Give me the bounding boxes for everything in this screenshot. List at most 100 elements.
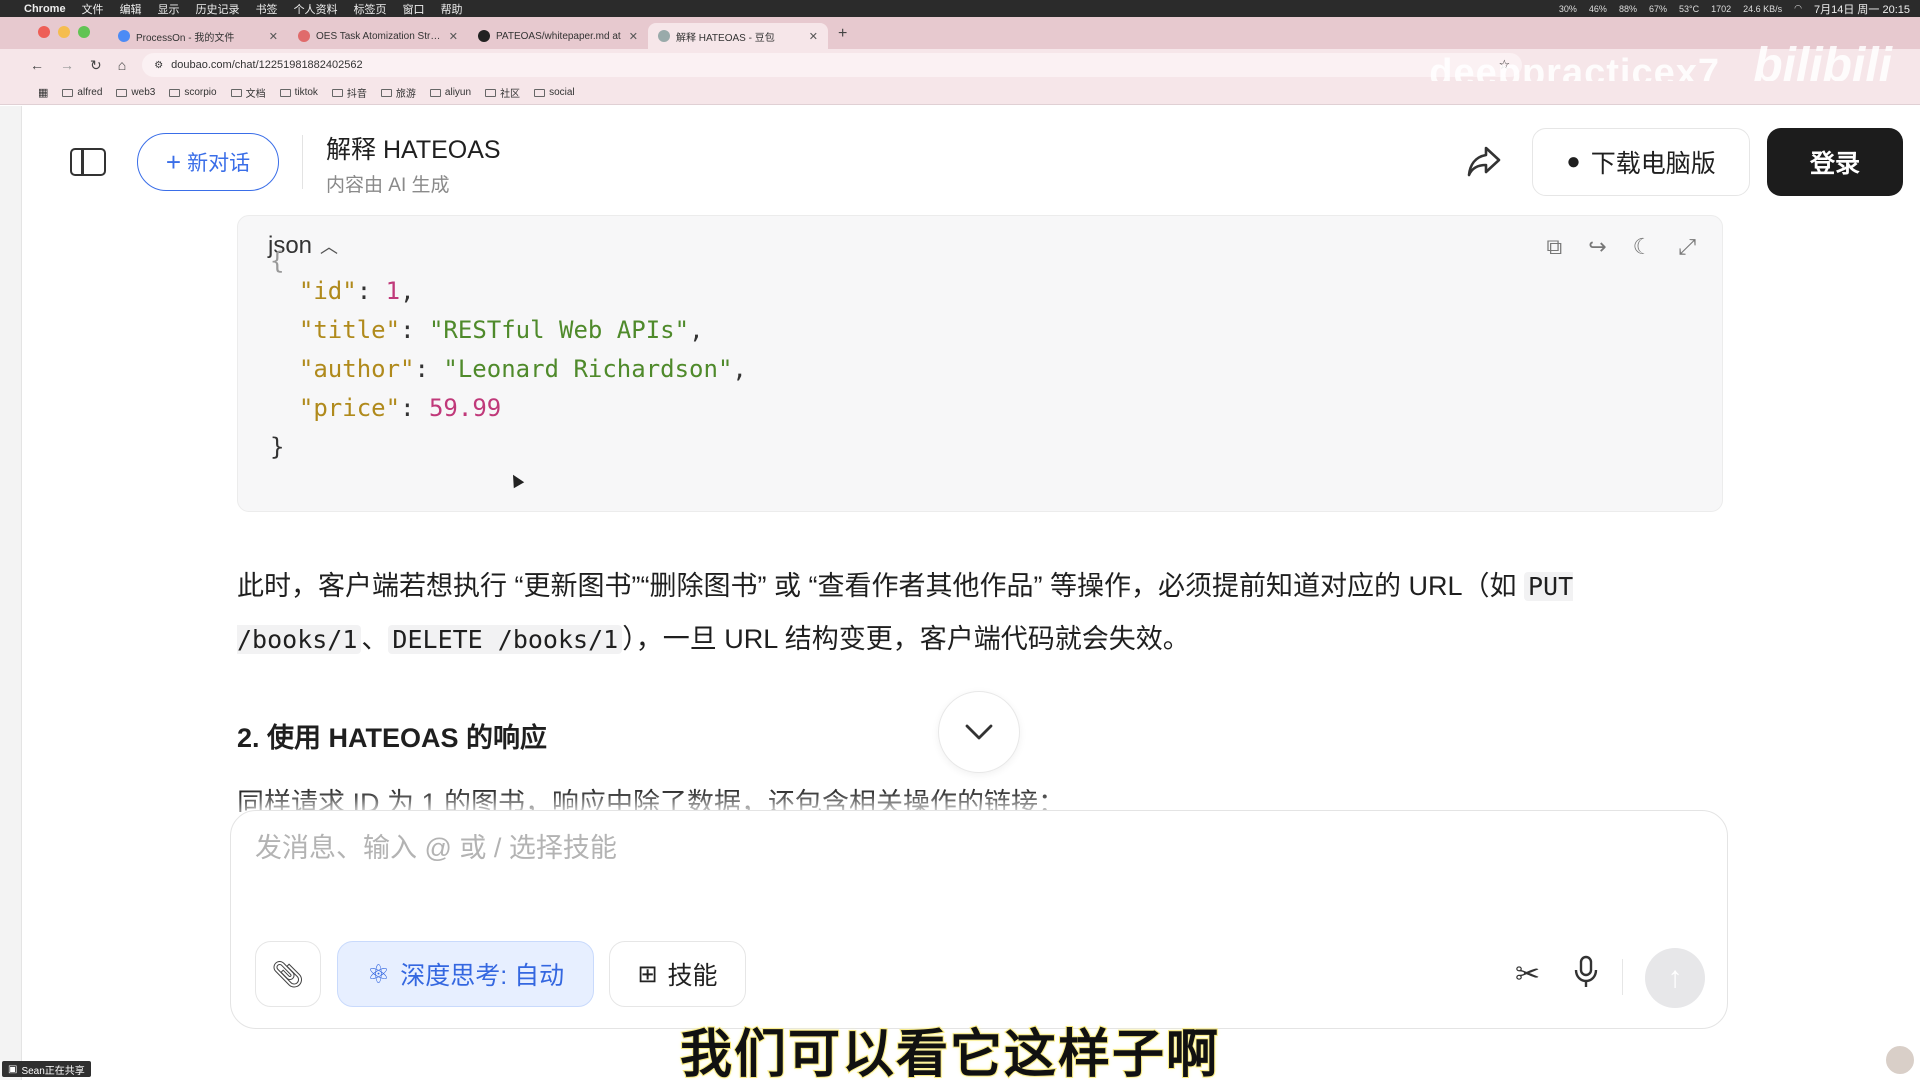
- code-key: "price": [298, 394, 401, 422]
- scroll-to-bottom-button[interactable]: [938, 691, 1020, 773]
- minimize-window-button[interactable]: [58, 26, 70, 38]
- menu-bookmarks[interactable]: 书签: [256, 1, 278, 17]
- close-tab-icon[interactable]: ✕: [449, 30, 458, 43]
- new-tab-icon[interactable]: +: [838, 25, 847, 43]
- bookmark-folder[interactable]: 社区: [485, 85, 520, 100]
- close-tab-icon[interactable]: ✕: [809, 30, 818, 43]
- browser-tab-active[interactable]: 解释 HATEOAS - 豆包 ✕: [648, 23, 828, 49]
- attach-button[interactable]: 📎︎: [255, 941, 321, 1007]
- composer-divider: [1622, 959, 1623, 995]
- bookmark-folder[interactable]: social: [534, 87, 575, 98]
- code-toolbar: ⧉ ↪ ☾ ⤢: [1547, 234, 1697, 260]
- code-key: "id": [298, 277, 357, 305]
- menu-view[interactable]: 显示: [158, 1, 180, 17]
- microphone-icon[interactable]: [1573, 955, 1599, 997]
- menu-app[interactable]: Chrome: [24, 3, 66, 15]
- temp-stat: 53°C: [1678, 3, 1700, 14]
- bookmark-folder[interactable]: 文档: [230, 85, 266, 100]
- close-tab-icon[interactable]: ✕: [629, 30, 638, 43]
- bookmarks-bar: ▦ alfred web3 scorpio 文档 tiktok 抖音 旅游 al…: [0, 81, 1920, 105]
- doubao-favicon: [658, 30, 670, 42]
- address-bar[interactable]: ⚙ doubao.com/chat/12251981882402562 ☆: [142, 53, 1523, 77]
- bookmark-folder[interactable]: web3: [116, 87, 155, 98]
- send-button[interactable]: ↑: [1645, 948, 1705, 1008]
- code-value: 1: [385, 277, 401, 305]
- bookmark-folder[interactable]: tiktok: [279, 87, 318, 98]
- tab-label: PATEOAS/whitepaper.md at: [496, 30, 621, 42]
- bookmark-label: 文档: [245, 89, 266, 100]
- skills-button[interactable]: ⊞ 技能: [609, 941, 746, 1007]
- chevron-up-icon: ︿: [320, 237, 339, 257]
- menu-tabs[interactable]: 标签页: [354, 1, 387, 17]
- login-button[interactable]: 登录: [1767, 128, 1903, 196]
- paragraph-separator: 、: [361, 624, 389, 654]
- browser-tab[interactable]: PATEOAS/whitepaper.md at ✕: [468, 23, 648, 49]
- close-window-button[interactable]: [38, 26, 50, 38]
- home-icon[interactable]: ⌂: [118, 57, 126, 73]
- new-chat-button[interactable]: + 新对话: [137, 133, 279, 191]
- menu-profiles[interactable]: 个人资料: [294, 1, 338, 17]
- new-chat-label: 新对话: [187, 152, 251, 175]
- bookmark-folder[interactable]: aliyun: [429, 87, 471, 98]
- url-text: doubao.com/chat/12251981882402562: [171, 59, 363, 71]
- bookmark-label: tiktok: [294, 87, 318, 98]
- menu-help[interactable]: 帮助: [441, 1, 463, 17]
- back-icon[interactable]: ←: [30, 57, 44, 73]
- bookmark-folder[interactable]: 旅游: [380, 85, 416, 100]
- folder-icon: [169, 88, 181, 97]
- code-tail: ,: [732, 355, 747, 383]
- bookmark-folder[interactable]: alfred: [62, 87, 102, 98]
- folder-icon: [380, 88, 392, 97]
- code-line: "author": "Leonard Richardson",: [270, 350, 747, 389]
- chevron-down-icon: [965, 724, 993, 740]
- mem-stat: 88%: [1618, 3, 1637, 14]
- code-block: json ︿ ⧉ ↪ ☾ ⤢ { "id": 1, "title": "REST…: [237, 215, 1723, 512]
- browser-tab[interactable]: OES Task Atomization Strate ✕: [288, 23, 468, 49]
- download-desktop-button[interactable]: ● 下载电脑版: [1532, 128, 1750, 196]
- sidebar-toggle-icon[interactable]: [70, 148, 106, 176]
- scissors-icon[interactable]: ✂: [1515, 957, 1540, 992]
- code-content: { "id": 1, "title": "RESTful Web APIs", …: [270, 247, 747, 467]
- apps-grid-icon[interactable]: ▦: [38, 86, 48, 99]
- bookmark-label: alfred: [77, 87, 103, 98]
- inline-code: DELETE /books/1: [388, 625, 623, 654]
- site-info-icon[interactable]: ⚙: [154, 60, 163, 71]
- menu-history[interactable]: 历史记录: [196, 1, 240, 17]
- code-sep: :: [400, 316, 429, 344]
- reload-icon[interactable]: ↻: [90, 57, 102, 74]
- bookmark-label: scorpio: [184, 87, 217, 98]
- message-input[interactable]: [255, 833, 1455, 864]
- copy-icon[interactable]: ⧉: [1547, 234, 1563, 260]
- folder-icon: [62, 88, 74, 97]
- share-icon[interactable]: [1466, 144, 1506, 184]
- deep-think-button[interactable]: ⚛ 深度思考: 自动: [337, 941, 594, 1007]
- expand-icon[interactable]: ⤢: [1678, 234, 1696, 260]
- code-value: "Leonard Richardson": [443, 355, 733, 383]
- bookmark-folder[interactable]: scorpio: [169, 87, 217, 98]
- tab-label: ProcessOn - 我的文件: [136, 32, 235, 44]
- close-tab-icon[interactable]: ✕: [269, 30, 278, 43]
- wifi-icon[interactable]: ◠: [1794, 3, 1802, 14]
- zoom-window-button[interactable]: [78, 26, 90, 38]
- code-line: "price": 59.99: [270, 389, 747, 428]
- forward-icon[interactable]: →: [60, 57, 74, 73]
- plus-icon: +: [165, 146, 182, 177]
- folder-icon: [230, 88, 242, 97]
- browser-tab[interactable]: ProcessOn - 我的文件 ✕: [108, 23, 288, 49]
- code-sep: :: [400, 394, 429, 422]
- cpu-stat: 30%: [1558, 3, 1577, 14]
- menu-window[interactable]: 窗口: [403, 1, 425, 17]
- header-divider: [302, 135, 303, 189]
- menu-file[interactable]: 文件: [82, 1, 104, 17]
- bookmark-folder[interactable]: 抖音: [331, 85, 367, 100]
- menubar-clock[interactable]: 7月14日 周一 20:15: [1814, 1, 1910, 17]
- macos-menubar: Chrome 文件 编辑 显示 历史记录 书签 个人资料 标签页 窗口 帮助 3…: [0, 0, 1920, 17]
- oes-favicon: [298, 30, 310, 42]
- moon-icon[interactable]: ☾: [1633, 234, 1653, 260]
- menu-edit[interactable]: 编辑: [120, 1, 142, 17]
- partially-hidden-text: 同样请求 ID 为 1 的图书，响应中除了数据，还包含相关操作的链接：: [237, 788, 1066, 812]
- code-key: "author": [298, 355, 415, 383]
- menubar-status-area: 30% 46% 88% 67% 53°C 1702 24.6 KB/s ◠ 7月…: [1559, 1, 1910, 17]
- redirect-icon[interactable]: ↪: [1588, 234, 1606, 260]
- code-value: "RESTful Web APIs": [428, 316, 690, 344]
